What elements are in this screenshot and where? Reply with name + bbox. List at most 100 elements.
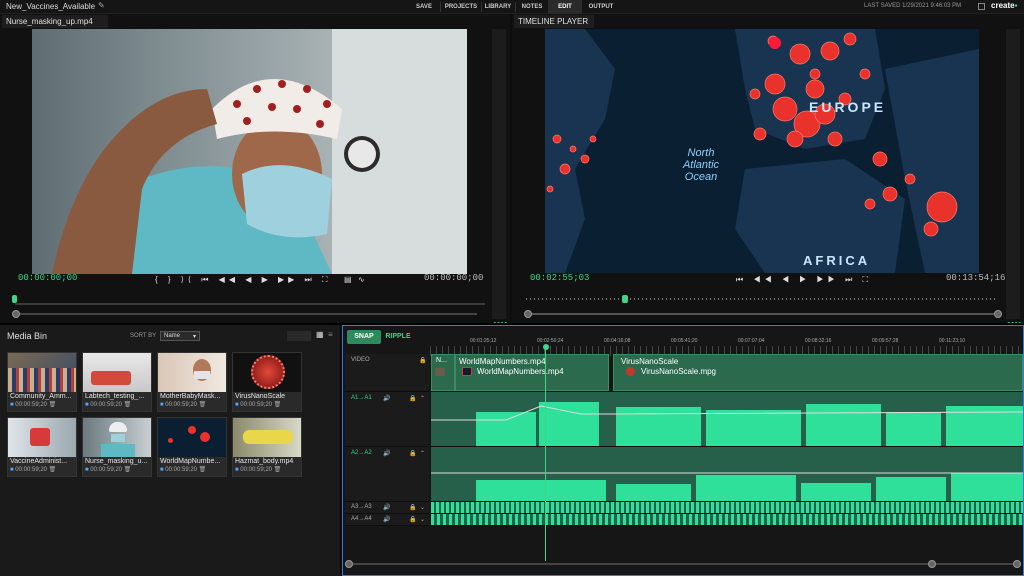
source-video-frame[interactable] xyxy=(32,29,467,274)
audio-icon[interactable]: ∿ xyxy=(358,275,365,284)
bin-item[interactable]: WorldMapNumbe... ■ 00:00:59;20 🗑 xyxy=(157,417,227,477)
library-button[interactable]: LIBRARY xyxy=(483,0,513,14)
media-bin: Media Bin SORT BY Name ▾ ▦ ≡ Community_Am… xyxy=(0,325,340,576)
chevron-up-icon[interactable]: ⌃ xyxy=(420,395,425,402)
video-icon: ■ xyxy=(160,402,164,408)
player-zoom-bar[interactable] xyxy=(532,313,994,315)
audio-waveform-a2 xyxy=(431,472,1023,501)
bin-item[interactable]: VirusNanoScale ■ 00:00:59;20 🗑 xyxy=(232,352,302,412)
list-view-icon[interactable]: ≡ xyxy=(328,330,333,339)
video-icon: ■ xyxy=(10,467,14,473)
video-icon: ■ xyxy=(160,467,164,473)
timeline-scroll-handle-left[interactable] xyxy=(345,560,353,568)
sort-dropdown[interactable]: Name ▾ xyxy=(160,331,200,341)
audio-track-header-a1: A1→A1 🔊 🔒 ⌃ xyxy=(345,392,429,447)
video-icon: ■ xyxy=(85,402,89,408)
layout-icon[interactable] xyxy=(978,3,985,10)
pencil-icon[interactable]: ✎ xyxy=(98,1,105,10)
save-button[interactable]: SAVE xyxy=(410,0,438,14)
video-clip-virus[interactable]: VirusNanoScale VirusNanoScale.mpg xyxy=(613,354,1023,391)
video-icon: ■ xyxy=(235,402,239,408)
video-clip-worldmap[interactable]: WorldMapNumbers.mp4 WorldMapNumbers.mp4 xyxy=(455,354,609,391)
chevron-up-icon[interactable]: ⌃ xyxy=(420,450,425,457)
player-audio-meter xyxy=(1006,29,1020,319)
source-audio-meter xyxy=(492,29,506,319)
bin-item[interactable]: VaccineAdminist... ■ 00:00:59;20 🗑 xyxy=(7,417,77,477)
player-video-frame[interactable]: EUROPE North Atlantic Ocean AFRICA xyxy=(545,29,979,273)
bin-item[interactable]: Hazmat_body.mp4 ■ 00:00:59;20 🗑 xyxy=(232,417,302,477)
source-timecode-in: 00:00:00;00 xyxy=(18,273,78,283)
bin-item[interactable]: Nurse_masking_u... ■ 00:00:59;20 🗑 xyxy=(82,417,152,477)
bin-item-duration: ■ 00:00:59;20 🗑 xyxy=(85,402,132,408)
source-zoom-bar[interactable] xyxy=(20,313,477,315)
chevron-down-icon[interactable]: ⌄ xyxy=(420,504,425,511)
notes-button[interactable]: NOTES xyxy=(518,0,546,14)
bin-item-duration: ■ 00:00:59;20 🗑 xyxy=(10,402,57,408)
source-timecode-out: 00:00:00;00 xyxy=(424,273,484,283)
player-timecode-in: 00:02:55;03 xyxy=(530,273,590,283)
bin-item-name: WorldMapNumbe... xyxy=(160,458,221,465)
chevron-down-icon[interactable]: ⌄ xyxy=(420,516,425,523)
ruler-tick-label: 00:07:07;04 xyxy=(738,338,765,344)
bin-item[interactable]: MotherBabyMask... ■ 00:00:59;20 🗑 xyxy=(157,352,227,412)
audio-clip-a4[interactable] xyxy=(431,514,1023,526)
bin-item-duration: ■ 00:00:59;20 🗑 xyxy=(10,467,57,473)
trash-icon: 🗑 xyxy=(198,402,207,408)
speaker-icon[interactable]: 🔊 xyxy=(383,516,390,523)
edit-tab[interactable]: EDIT xyxy=(548,0,582,14)
timeline-player: TIMELINE PLAYER EUROPE North Atlantic Ocea… xyxy=(512,14,1024,335)
bin-item-name: VirusNanoScale xyxy=(235,393,286,400)
source-transport-controls[interactable]: { } ⟩⟨ ⏮ ◀◀ ◀ ▶ ▶▶ ⏭ ⛶ xyxy=(155,275,332,285)
source-playhead-marker[interactable] xyxy=(12,295,17,303)
projects-button[interactable]: PROJECTS xyxy=(443,0,479,14)
film-icon[interactable]: ▤ xyxy=(344,275,352,284)
bin-search-field[interactable] xyxy=(287,331,311,341)
lock-icon[interactable]: 🔒 xyxy=(409,450,416,457)
audio-clip-a2[interactable] xyxy=(431,447,1023,502)
trash-icon: 🗑 xyxy=(273,467,282,473)
trash-icon: 🗑 xyxy=(123,402,132,408)
timeline-scroll-handle-right[interactable] xyxy=(928,560,936,568)
clip-thumb xyxy=(626,367,635,376)
lock-icon[interactable]: 🔒 xyxy=(409,516,416,523)
thumbnail-image xyxy=(8,418,76,457)
trash-icon: 🗑 xyxy=(198,467,207,473)
video-icon: ■ xyxy=(235,467,239,473)
timeline-scrollbar[interactable] xyxy=(353,563,1013,565)
player-transport-controls[interactable]: ⏮ ◀◀ ◀ ▶ ▶▶ ⏭ ⛶ xyxy=(736,275,872,285)
video-icon: ■ xyxy=(10,402,14,408)
audio-waveform-a1 xyxy=(431,402,1023,446)
map-label-africa: AFRICA xyxy=(803,253,871,268)
bin-item[interactable]: Community_Amm... ■ 00:00:59;20 🗑 xyxy=(7,352,77,412)
audio-clip-a1[interactable] xyxy=(431,392,1023,447)
speaker-icon[interactable]: 🔊 xyxy=(383,395,390,402)
speaker-icon[interactable]: 🔊 xyxy=(383,504,390,511)
timeline-scroll-end[interactable] xyxy=(1013,560,1021,568)
track-label-a3: A3→A3 xyxy=(351,504,372,510)
source-scrub-bar[interactable] xyxy=(15,303,485,305)
timeline-playhead-handle[interactable] xyxy=(543,344,549,350)
player-zoom-handle-right[interactable] xyxy=(994,310,1002,318)
speaker-icon[interactable]: 🔊 xyxy=(383,450,390,457)
track-label-a4: A4→A4 xyxy=(351,516,372,522)
create-logo: create▪ xyxy=(991,1,1018,10)
bin-item-name: Labtech_testing_... xyxy=(85,393,145,400)
clip-thumb xyxy=(462,367,472,376)
lock-icon[interactable]: 🔒 xyxy=(409,395,416,402)
player-zoom-handle-left[interactable] xyxy=(524,310,532,318)
ripple-toggle[interactable]: RIPPLE xyxy=(383,330,413,344)
snap-toggle[interactable]: SNAP xyxy=(347,330,381,344)
lock-icon[interactable]: 🔒 xyxy=(409,504,416,511)
bin-item[interactable]: Labtech_testing_... ■ 00:00:59;20 🗑 xyxy=(82,352,152,412)
player-playhead-marker[interactable] xyxy=(622,295,628,303)
ruler-tick-label: 00:08:32;16 xyxy=(805,338,832,344)
output-tab[interactable]: OUTPUT xyxy=(584,0,618,14)
timeline-playhead-line[interactable] xyxy=(545,348,546,561)
video-clip[interactable]: N... xyxy=(431,354,455,391)
bin-item-duration: ■ 00:00:59;20 🗑 xyxy=(160,402,207,408)
grid-view-icon[interactable]: ▦ xyxy=(316,330,324,339)
audio-clip-a3[interactable] xyxy=(431,502,1023,514)
lock-icon[interactable]: 🔒 xyxy=(419,357,426,364)
source-zoom-handle-left[interactable] xyxy=(12,310,20,318)
ruler-tick-label: 00:02:50;24 xyxy=(537,338,564,344)
